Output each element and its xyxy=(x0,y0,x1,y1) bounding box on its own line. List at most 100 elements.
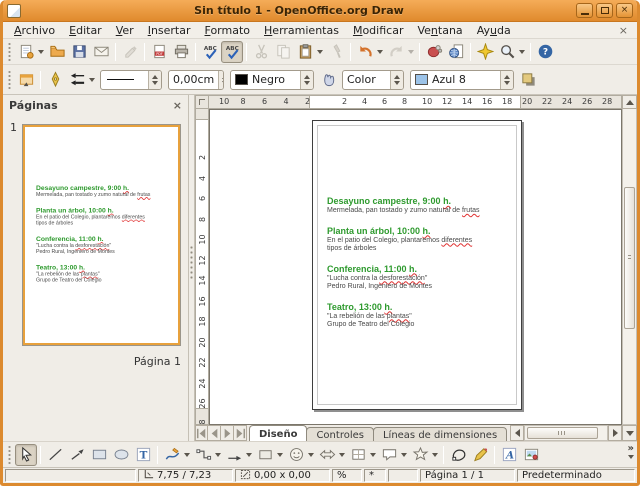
open-button[interactable] xyxy=(46,41,68,63)
undo-button[interactable] xyxy=(354,41,385,63)
document-page[interactable]: Desayuno campestre, 9:00 h.Mermelada, pa… xyxy=(312,120,522,410)
status-cursor-position[interactable]: 7,75 / 7,23 xyxy=(138,469,233,482)
toolbar-grip[interactable] xyxy=(7,446,12,464)
line-color-spinner[interactable] xyxy=(300,71,313,89)
close-document-button[interactable]: × xyxy=(614,24,633,37)
menu-ver[interactable]: Ver xyxy=(109,23,141,38)
dropdown-caret-icon[interactable] xyxy=(308,453,314,457)
layer-tab-diseno[interactable]: Diseño xyxy=(249,425,307,441)
menu-ventana[interactable]: Ventana xyxy=(410,23,469,38)
horizontal-scrollbar-track[interactable] xyxy=(524,425,608,441)
dropdown-caret-icon[interactable] xyxy=(408,50,414,54)
area-fill-combo[interactable]: Azul 8 xyxy=(410,70,514,90)
status-info[interactable] xyxy=(5,469,136,482)
email-document-button[interactable] xyxy=(90,41,112,63)
line-arrow-end-button[interactable] xyxy=(66,444,88,466)
menu-modificar[interactable]: Modificar xyxy=(346,23,411,38)
area-dialog-button[interactable] xyxy=(317,69,339,91)
menu-insertar[interactable]: Insertar xyxy=(141,23,198,38)
zoom-button[interactable] xyxy=(496,41,527,63)
dropdown-caret-icon[interactable] xyxy=(38,50,44,54)
minimize-button[interactable] xyxy=(576,3,593,18)
vertical-ruler[interactable]: 246810121416182022242628 xyxy=(195,109,209,425)
arrow-style-button[interactable] xyxy=(66,69,97,91)
vscroll-down-button[interactable] xyxy=(622,425,637,441)
dropdown-caret-icon[interactable] xyxy=(377,50,383,54)
vertical-scrollbar-thumb[interactable] xyxy=(624,187,635,329)
dropdown-caret-icon[interactable] xyxy=(401,453,407,457)
menu-ayuda[interactable]: Ayuda xyxy=(470,23,518,38)
ellipse-button[interactable] xyxy=(110,444,132,466)
layer-tab-controles[interactable]: Controles xyxy=(306,427,374,441)
dropdown-caret-icon[interactable] xyxy=(519,50,525,54)
dropdown-caret-icon[interactable] xyxy=(317,50,323,54)
status-object-size[interactable]: 0,00 x 0,00 xyxy=(235,469,330,482)
dropdown-caret-icon[interactable] xyxy=(184,453,190,457)
dropdown-caret-icon[interactable] xyxy=(277,453,283,457)
area-style-spinner[interactable] xyxy=(390,71,403,89)
menu-editar[interactable]: Editar xyxy=(62,23,109,38)
help-button[interactable]: ? xyxy=(534,41,556,63)
nav-last-button[interactable] xyxy=(234,425,247,441)
print-button[interactable] xyxy=(170,41,192,63)
maximize-button[interactable] xyxy=(596,3,613,18)
line-width-input[interactable]: 0,00cm xyxy=(168,70,224,90)
drawing-viewport[interactable]: Desayuno campestre, 9:00 h.Mermelada, pa… xyxy=(209,109,622,425)
line-button[interactable] xyxy=(44,444,66,466)
horizontal-scrollbar-thumb[interactable] xyxy=(527,427,597,439)
pages-panel-close-button[interactable]: × xyxy=(173,99,182,112)
paste-button[interactable] xyxy=(294,41,325,63)
shadow-button[interactable] xyxy=(517,69,539,91)
status-page-style[interactable]: Predeterminado xyxy=(517,469,635,482)
points-button[interactable] xyxy=(447,444,469,466)
flowchart-button[interactable] xyxy=(347,444,378,466)
web-document-button[interactable] xyxy=(445,41,467,63)
new-document-button[interactable] xyxy=(15,41,46,63)
dropdown-caret-icon[interactable] xyxy=(370,453,376,457)
dropdown-caret-icon[interactable] xyxy=(246,453,252,457)
layer-tab-lineas-de-dimensiones[interactable]: Líneas de dimensiones xyxy=(373,427,507,441)
symbol-shapes-button[interactable] xyxy=(285,444,316,466)
edit-points-button[interactable] xyxy=(15,69,37,91)
connector-button[interactable] xyxy=(192,444,223,466)
toolbar-overflow-button[interactable]: » xyxy=(628,444,634,459)
line-style-combo[interactable] xyxy=(100,70,162,90)
splitter-handle[interactable] xyxy=(190,245,193,279)
hyperlink-button[interactable] xyxy=(423,41,445,63)
stars-button[interactable] xyxy=(409,444,440,466)
toolbar-grip[interactable] xyxy=(7,43,12,61)
line-style-spinner[interactable] xyxy=(148,71,161,89)
text-button[interactable]: T xyxy=(132,444,154,466)
close-button[interactable]: × xyxy=(616,3,633,18)
horizontal-scrollbar[interactable] xyxy=(510,425,622,441)
page-thumbnail[interactable]: Desayuno campestre, 9:00 h.Mermelada, pa… xyxy=(23,125,180,345)
dropdown-caret-icon[interactable] xyxy=(89,78,95,82)
save-button[interactable] xyxy=(68,41,90,63)
vscroll-up-button[interactable] xyxy=(622,95,637,109)
status-zoom-percent[interactable]: % xyxy=(332,469,362,482)
dropdown-caret-icon[interactable] xyxy=(432,453,438,457)
lines-arrows-button[interactable] xyxy=(223,444,254,466)
dropdown-caret-icon[interactable] xyxy=(339,453,345,457)
status-signature[interactable] xyxy=(388,469,418,482)
select-button[interactable] xyxy=(15,444,37,466)
block-arrows-button[interactable] xyxy=(316,444,347,466)
hscroll-left-button[interactable] xyxy=(510,425,524,441)
status-modified-flag[interactable]: * xyxy=(364,469,386,482)
fontwork-button[interactable]: A xyxy=(498,444,520,466)
spellcheck-button[interactable]: ABC xyxy=(199,41,221,63)
glue-points-button[interactable] xyxy=(469,444,491,466)
title-bar[interactable]: Sin título 1 - OpenOffice.org Draw × xyxy=(3,0,637,22)
line-width-spinner[interactable] xyxy=(218,71,224,89)
area-style-combo[interactable]: Color xyxy=(342,70,404,90)
menu-herramientas[interactable]: Herramientas xyxy=(257,23,346,38)
status-page-indicator[interactable]: Página 1 / 1 xyxy=(420,469,515,482)
hscroll-right-button[interactable] xyxy=(608,425,622,441)
rectangle-button[interactable] xyxy=(88,444,110,466)
navigator-button[interactable] xyxy=(474,41,496,63)
toolbar-grip[interactable] xyxy=(7,71,12,89)
horizontal-ruler[interactable]: 10864224681012141618202224262830 xyxy=(209,95,622,109)
area-fill-spinner[interactable] xyxy=(500,71,513,89)
auto-spellcheck-button[interactable]: ABC xyxy=(221,41,243,63)
page-events-text[interactable]: Desayuno campestre, 9:00 h.Mermelada, pa… xyxy=(327,196,507,340)
